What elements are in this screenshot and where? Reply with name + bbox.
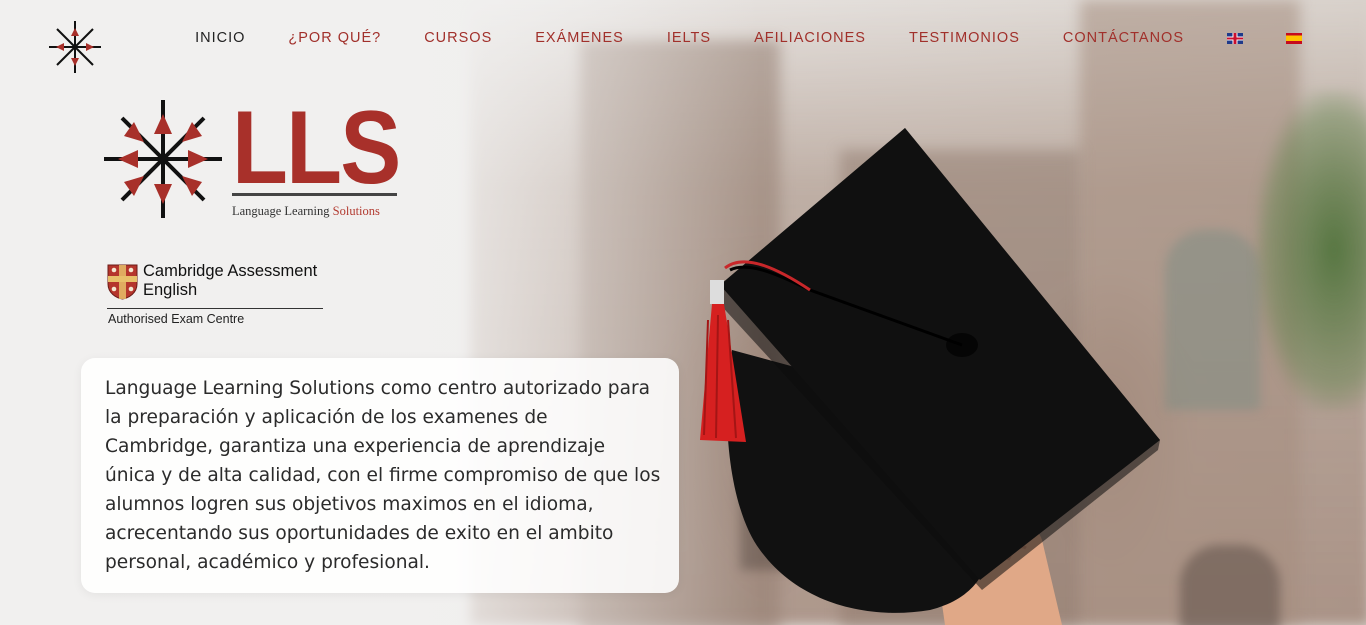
cambridge-subtitle: Authorised Exam Centre <box>108 312 245 326</box>
nav-cursos[interactable]: CURSOS <box>424 30 492 46</box>
nav-inicio[interactable]: INICIO <box>195 30 245 46</box>
cambridge-divider <box>107 308 323 309</box>
graduation-cap-icon <box>690 120 1170 625</box>
spain-flag-icon[interactable] <box>1286 32 1302 44</box>
cambridge-shield-icon <box>107 264 138 300</box>
lls-tagline: Language Learning Solutions <box>232 204 380 219</box>
intro-text: Language Learning Solutions como centro … <box>105 378 661 573</box>
nav-por-que[interactable]: ¿POR QUÉ? <box>288 30 381 46</box>
lls-compass-icon <box>104 100 222 218</box>
building-window <box>1180 545 1280 625</box>
lls-logo: LLS Language Learning Solutions <box>104 96 404 222</box>
lls-compass-icon[interactable] <box>48 20 102 74</box>
tree-foliage <box>1256 90 1366 410</box>
cambridge-title-line1: Cambridge Assessment <box>143 262 318 280</box>
logo-divider <box>232 193 397 196</box>
cambridge-badge: Cambridge Assessment English Authorised … <box>107 262 327 330</box>
main-nav: INICIO ¿POR QUÉ? CURSOS EXÁMENES IELTS A… <box>152 30 1302 46</box>
cambridge-title: Cambridge Assessment English <box>143 262 317 300</box>
intro-card: Language Learning Solutions como centro … <box>81 358 679 593</box>
tagline-accent: Solutions <box>332 204 380 218</box>
tagline-main: Language Learning <box>232 204 333 218</box>
cambridge-title-line2: English <box>143 281 198 299</box>
nav-afiliaciones[interactable]: AFILIACIONES <box>754 30 866 46</box>
building-window <box>1165 230 1260 410</box>
uk-flag-icon[interactable] <box>1227 32 1243 44</box>
nav-contactanos[interactable]: CONTÁCTANOS <box>1063 30 1184 46</box>
site-header: INICIO ¿POR QUÉ? CURSOS EXÁMENES IELTS A… <box>0 0 1366 80</box>
lls-wordmark: LLS <box>232 90 401 206</box>
nav-ielts[interactable]: IELTS <box>667 30 711 46</box>
nav-examenes[interactable]: EXÁMENES <box>535 30 624 46</box>
nav-testimonios[interactable]: TESTIMONIOS <box>909 30 1020 46</box>
